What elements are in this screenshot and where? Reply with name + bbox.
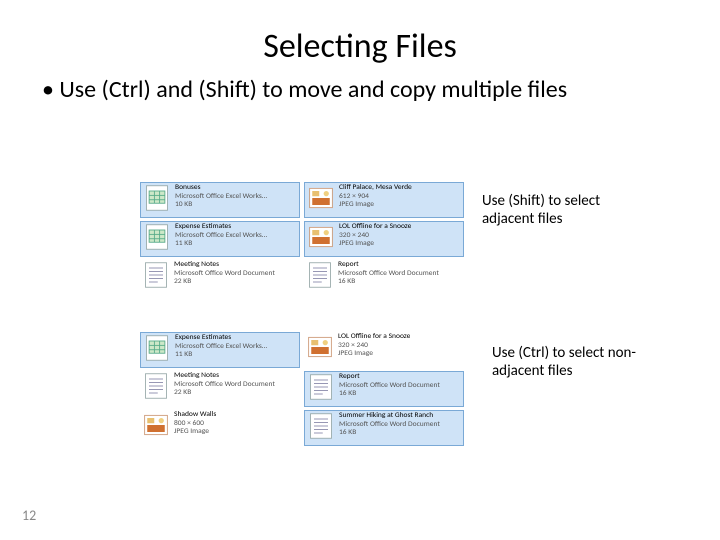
- file-size: 10 KB: [175, 201, 267, 210]
- file-item[interactable]: Summer Hiking at Ghost RanchMicrosoft Of…: [304, 410, 464, 446]
- file-size: JPEG Image: [338, 350, 410, 359]
- file-item[interactable]: Expense EstimatesMicrosoft Office Excel …: [140, 221, 300, 257]
- word-file-icon: [307, 412, 335, 440]
- file-item[interactable]: LOL Offline for a Snooze320 × 240JPEG Im…: [304, 332, 464, 368]
- file-meta: Cliff Palace, Mesa Verde612 × 904JPEG Im…: [339, 184, 412, 210]
- ctrl-key: (Ctrl): [102, 75, 151, 104]
- file-grid-ctrl-example: Expense EstimatesMicrosoft Office Excel …: [140, 332, 464, 446]
- file-meta: Meeting NotesMicrosoft Office Word Docum…: [174, 372, 275, 398]
- file-size: JPEG Image: [174, 428, 216, 437]
- jpeg-file-icon: [307, 184, 335, 212]
- file-meta: Expense EstimatesMicrosoft Office Excel …: [175, 334, 267, 360]
- annot-top-pre: Use: [482, 192, 508, 210]
- file-size: 22 KB: [174, 278, 275, 287]
- file-meta: Summer Hiking at Ghost RanchMicrosoft Of…: [339, 412, 440, 438]
- annotation-shift: Use (Shift) to select adjacent files: [482, 192, 652, 228]
- page-title: Selecting Files: [0, 0, 720, 67]
- file-item[interactable]: LOL Offline for a Snooze320 × 240JPEG Im…: [304, 221, 464, 257]
- file-meta: Expense EstimatesMicrosoft Office Excel …: [175, 223, 267, 249]
- file-item[interactable]: Expense EstimatesMicrosoft Office Excel …: [140, 332, 300, 368]
- jpeg-file-icon: [142, 411, 170, 439]
- file-meta: LOL Offline for a Snooze320 × 240JPEG Im…: [338, 333, 410, 359]
- file-meta: Meeting NotesMicrosoft Office Word Docum…: [174, 261, 275, 287]
- file-size: 16 KB: [339, 429, 440, 438]
- file-size: 11 KB: [175, 351, 267, 360]
- file-meta: Shadow Walls800 × 600JPEG Image: [174, 411, 216, 437]
- excel-file-icon: [143, 334, 171, 362]
- annot-bot-key: (Ctrl): [518, 344, 549, 362]
- annot-bot-pre: Use: [492, 344, 518, 362]
- annot-top-key: (Shift): [508, 192, 545, 210]
- file-size: JPEG Image: [339, 240, 411, 249]
- file-meta: BonusesMicrosoft Office Excel Works…10 K…: [175, 184, 267, 210]
- annotation-ctrl: Use (Ctrl) to select non-adjacent files: [492, 344, 662, 380]
- file-item[interactable]: Cliff Palace, Mesa Verde612 × 904JPEG Im…: [304, 182, 464, 218]
- file-item[interactable]: ReportMicrosoft Office Word Document16 K…: [304, 371, 464, 407]
- word-file-icon: [142, 261, 170, 289]
- excel-file-icon: [143, 223, 171, 251]
- bullet-text-mid: and: [151, 75, 199, 104]
- shift-key: (Shift): [198, 75, 256, 104]
- file-size: 16 KB: [339, 390, 440, 399]
- word-file-icon: [142, 372, 170, 400]
- page-number: 12: [22, 507, 36, 524]
- jpeg-file-icon: [307, 223, 335, 251]
- bullet-text-pre: Use: [59, 75, 101, 104]
- excel-file-icon: [143, 184, 171, 212]
- file-meta: LOL Offline for a Snooze320 × 240JPEG Im…: [339, 223, 411, 249]
- jpeg-file-icon: [306, 333, 334, 361]
- file-item[interactable]: Meeting NotesMicrosoft Office Word Docum…: [140, 371, 300, 407]
- file-size: JPEG Image: [339, 201, 412, 210]
- main-bullet: Use (Ctrl) and (Shift) to move and copy …: [0, 67, 720, 104]
- file-grid-shift-example: BonusesMicrosoft Office Excel Works…10 K…: [140, 182, 464, 296]
- slide: Selecting Files Use (Ctrl) and (Shift) t…: [0, 0, 720, 540]
- file-size: 11 KB: [175, 240, 267, 249]
- file-meta: ReportMicrosoft Office Word Document16 K…: [338, 261, 439, 287]
- file-size: 16 KB: [338, 278, 439, 287]
- file-item[interactable]: Shadow Walls800 × 600JPEG Image: [140, 410, 300, 446]
- bullet-text-rest: to move and copy multiple files: [257, 75, 567, 104]
- file-item[interactable]: Meeting NotesMicrosoft Office Word Docum…: [140, 260, 300, 296]
- file-meta: ReportMicrosoft Office Word Document16 K…: [339, 373, 440, 399]
- file-item[interactable]: ReportMicrosoft Office Word Document16 K…: [304, 260, 464, 296]
- file-item[interactable]: BonusesMicrosoft Office Excel Works…10 K…: [140, 182, 300, 218]
- word-file-icon: [306, 261, 334, 289]
- file-size: 22 KB: [174, 389, 275, 398]
- word-file-icon: [307, 373, 335, 401]
